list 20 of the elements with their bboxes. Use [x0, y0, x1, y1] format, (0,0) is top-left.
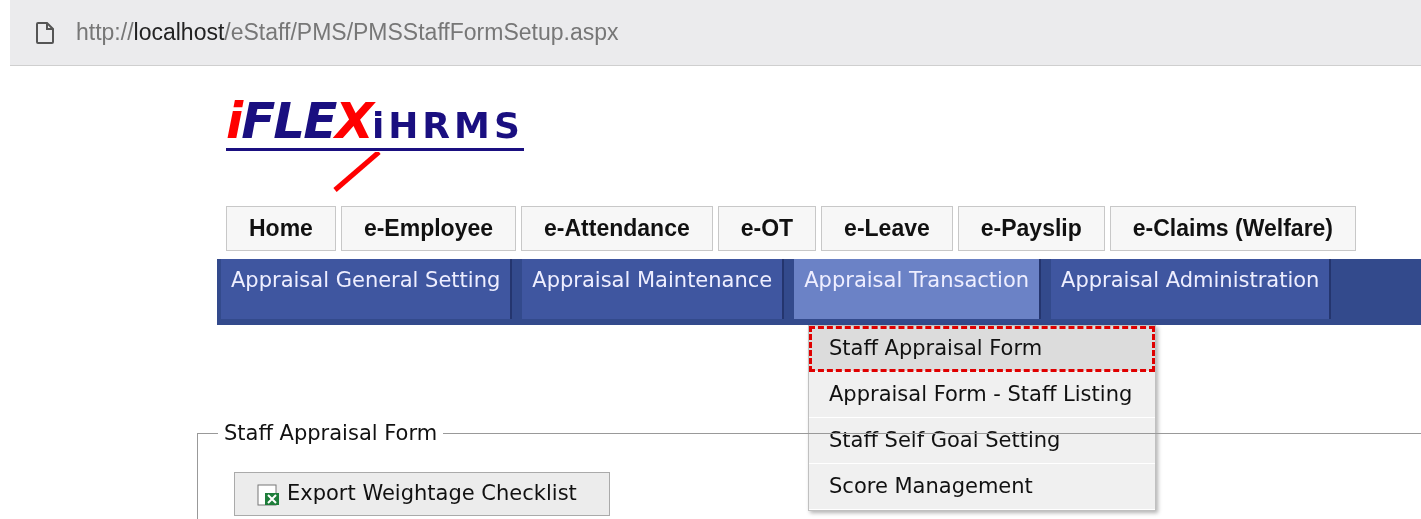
sub-menu-tab[interactable]: Appraisal Maintenance [522, 259, 785, 319]
dropdown-item[interactable]: Staff Self Goal Setting [809, 418, 1155, 464]
main-tab[interactable]: e-Attendance [521, 206, 713, 251]
export-button[interactable]: Export Weightage Checklist [234, 472, 610, 516]
logo: iFLEXiHRMS [226, 96, 524, 151]
main-tab[interactable]: e-OT [717, 206, 817, 251]
main-tab[interactable]: e-Employee [340, 206, 516, 251]
spreadsheet-icon [257, 481, 281, 507]
sub-menu-tab[interactable]: Appraisal Administration [1051, 259, 1332, 319]
dropdown-item[interactable]: Score Management [809, 464, 1155, 510]
dropdown-item[interactable]: Appraisal Form - Staff Listing [809, 372, 1155, 418]
page-icon [36, 21, 54, 44]
logo-slash-icon [331, 152, 381, 192]
main-tab[interactable]: Home [226, 206, 336, 251]
sub-menu-tab[interactable]: Appraisal General Setting [221, 259, 513, 319]
url-text[interactable]: http://localhost/eStaff/PMS/PMSStaffFormSetup.aspx [76, 15, 619, 50]
main-tab[interactable]: e-Claims (Welfare) [1109, 206, 1357, 251]
main-tab[interactable]: e-Leave [821, 206, 953, 251]
dropdown-item[interactable]: Staff Appraisal Form [809, 326, 1155, 372]
main-tab[interactable]: e-Payslip [957, 206, 1105, 251]
